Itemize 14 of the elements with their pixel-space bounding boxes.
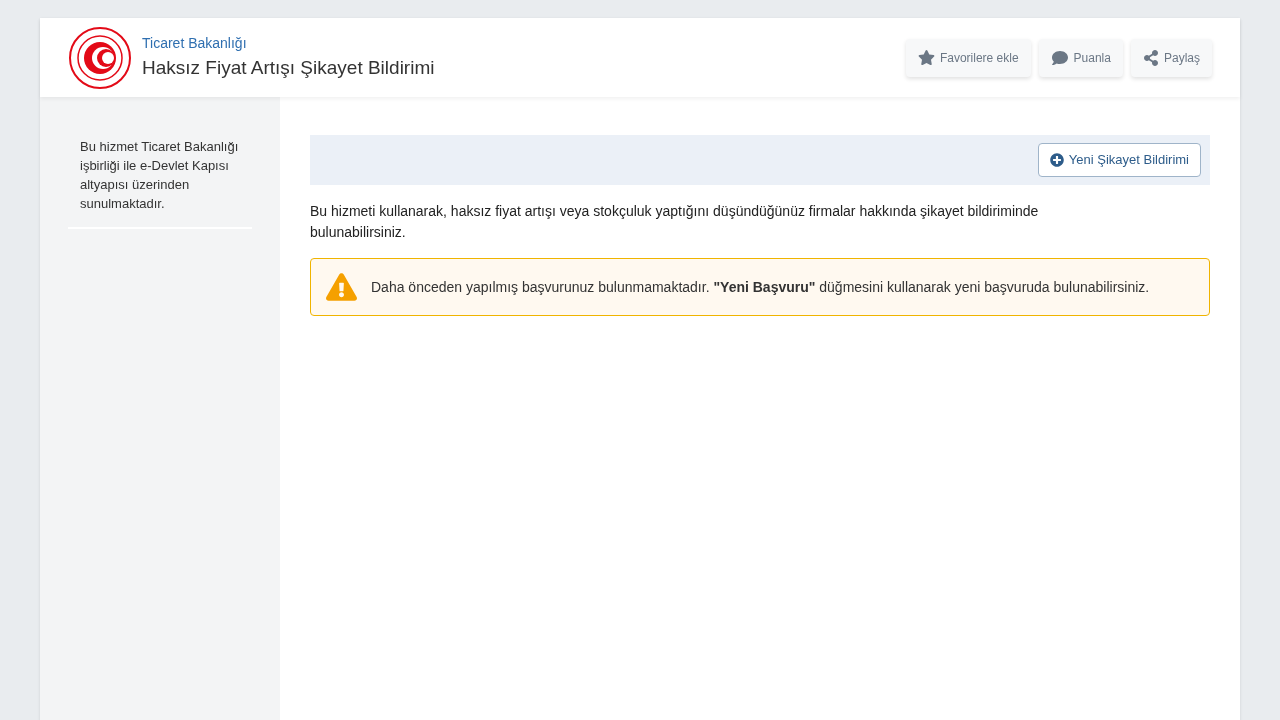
star-icon (917, 49, 935, 66)
new-complaint-button[interactable]: Yeni Şikayet Bildirimi (1037, 143, 1201, 177)
header-action-button[interactable]: Favorilere ekle (905, 38, 1031, 77)
ministry-name: Ticaret Bakanlığı (142, 33, 248, 53)
emblem-logo (68, 25, 132, 90)
alert-message: Daha önceden yapılmış başvurunuz bulunmamaktadır. "Yeni Başvuru" düğmesini kullanarak yeni başvuruda bulunabilirsiniz. (371, 277, 1150, 297)
page-title: Haksız Fiyat Artışı Şikayet Bildirimi (142, 55, 435, 80)
intro-text: Bu hizmeti kullanarak, haksız fiyat artışı veya stokçuluk yaptığını düşündüğünüz firmalar hakkında şikayet bildiriminde bulunabilirsiniz. (310, 202, 1040, 242)
warning-icon (326, 273, 357, 301)
speech-bubble-icon (1050, 49, 1069, 66)
service-note: Bu hizmet Ticaret Bakanlığı işbirliği ile e-Devlet Kapısı altyapısı üzerinden sunulmaktadır. (68, 137, 252, 229)
share-icon (1142, 49, 1159, 66)
header-action-button[interactable]: Paylaş (1130, 38, 1212, 77)
header-action-button[interactable]: Puanla (1038, 38, 1123, 77)
